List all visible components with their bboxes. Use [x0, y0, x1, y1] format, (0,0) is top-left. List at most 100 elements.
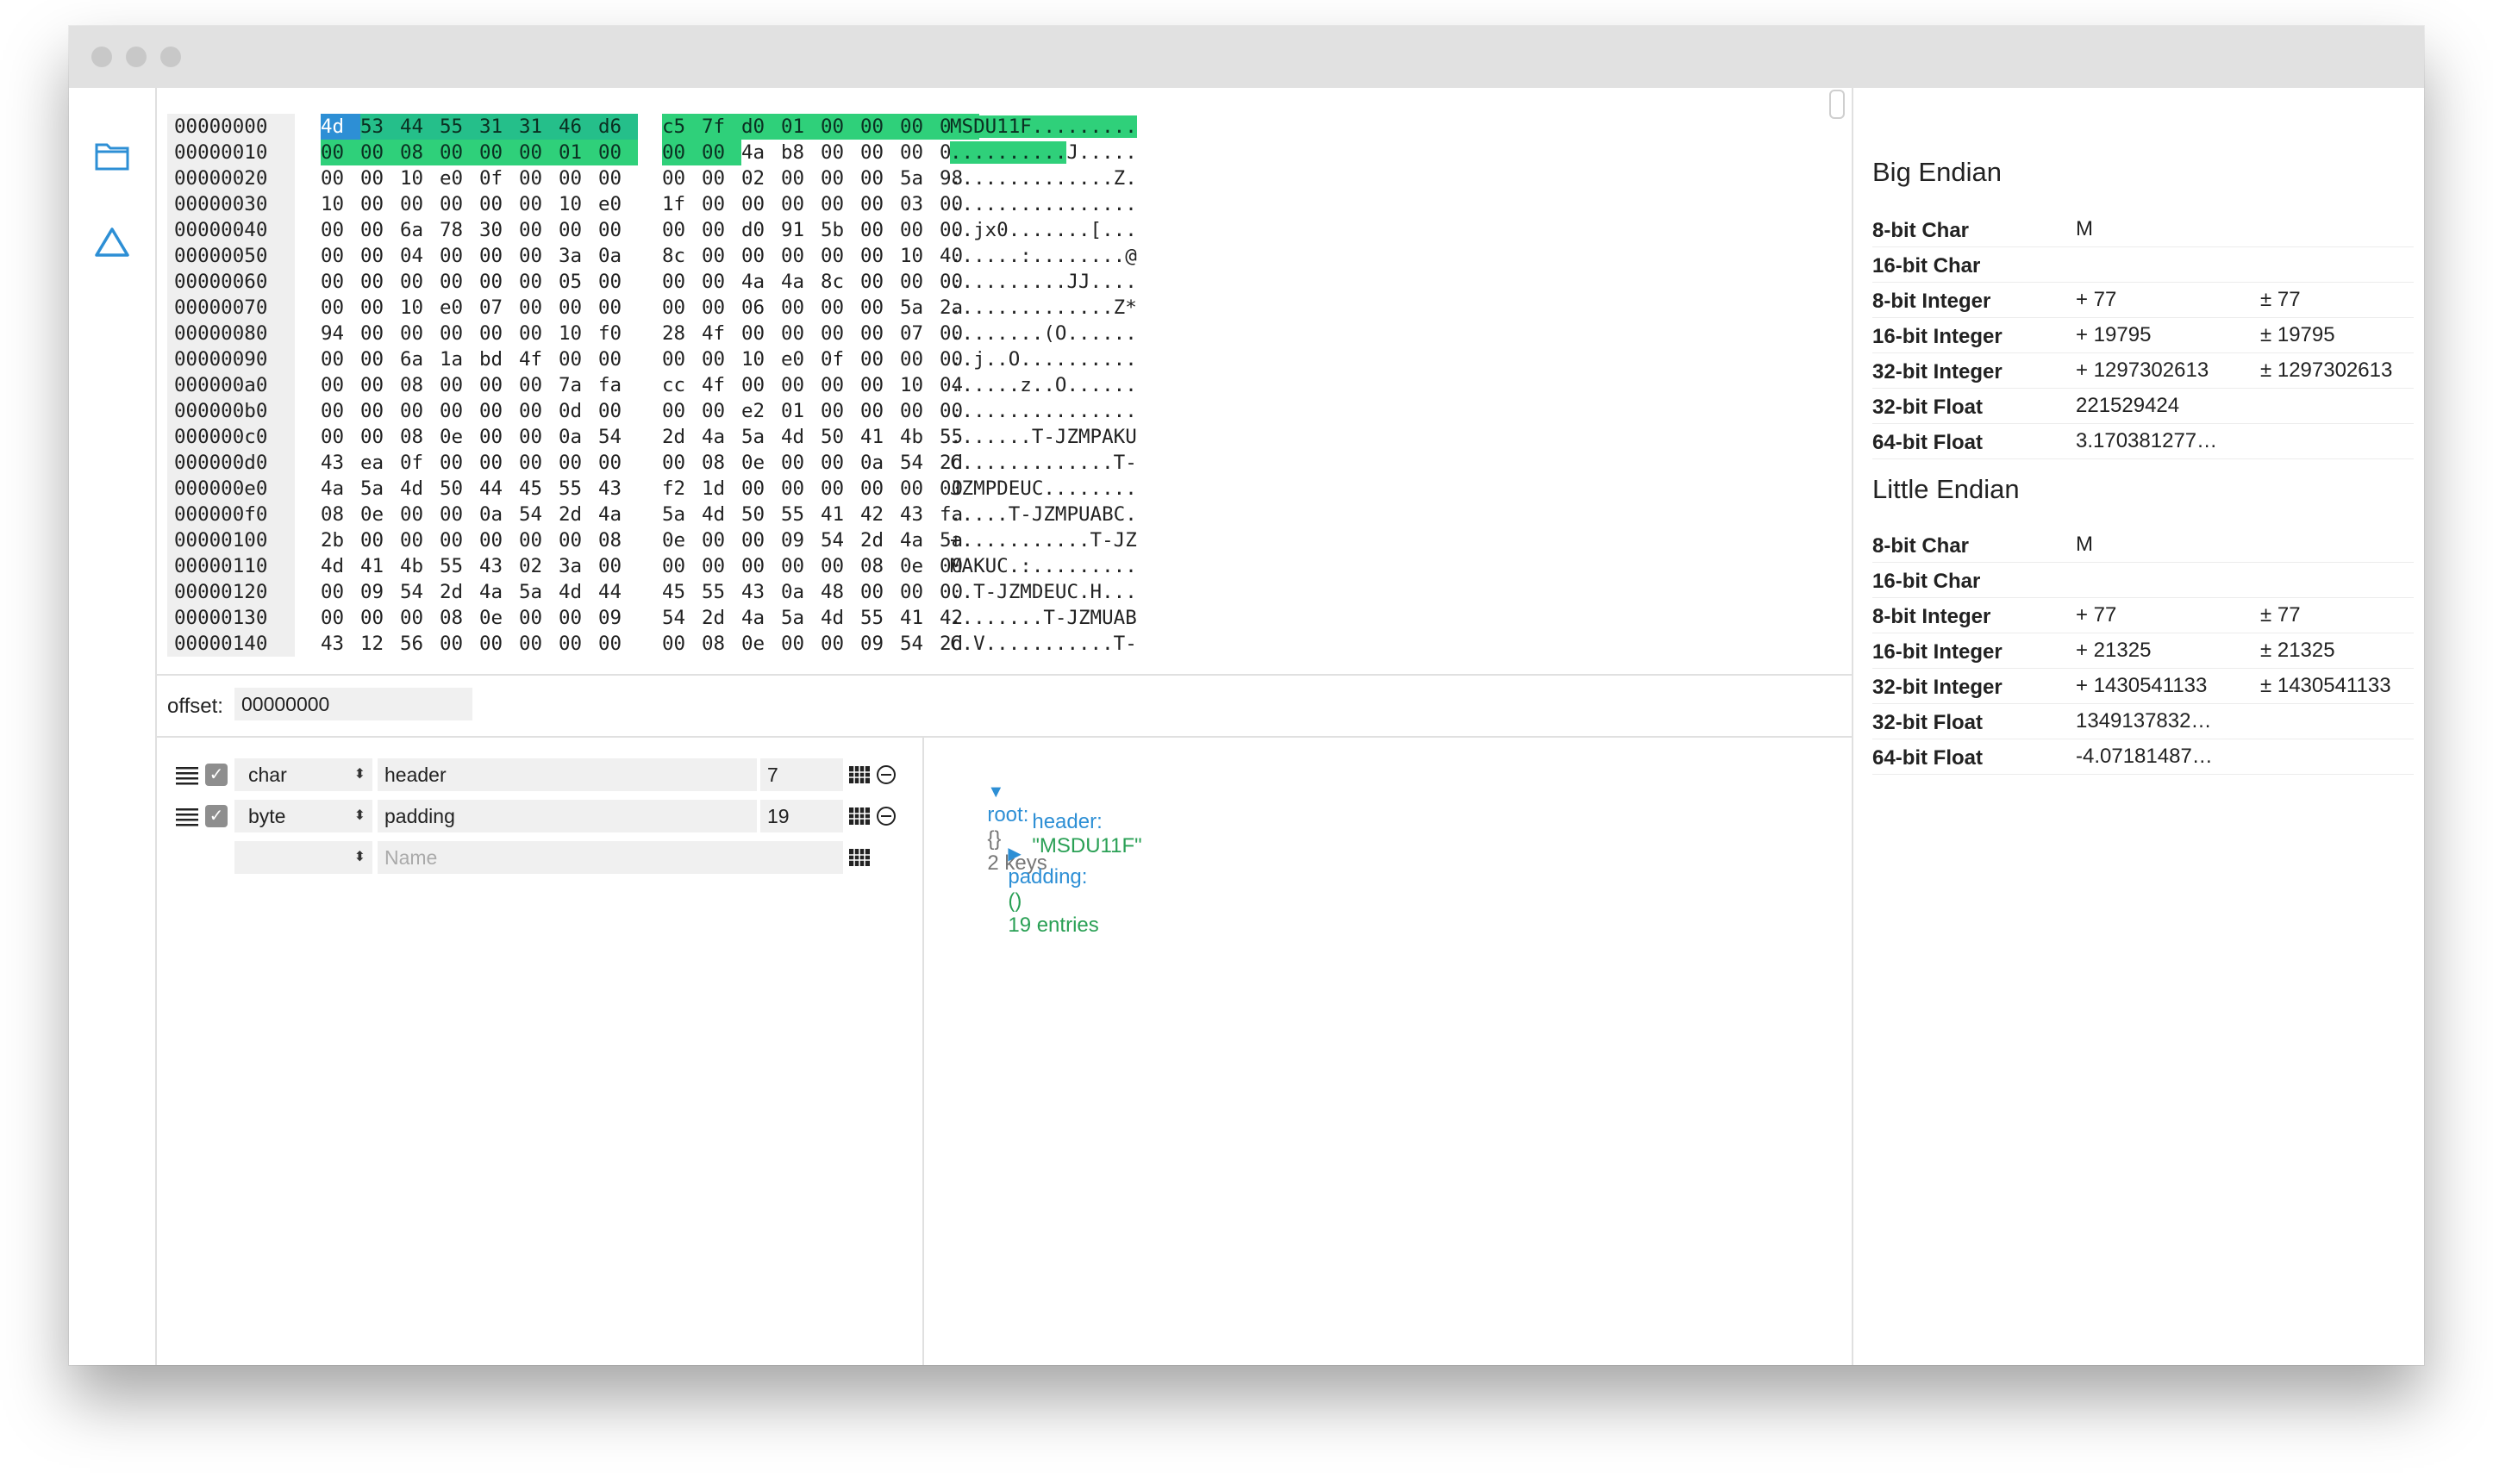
hex-byte[interactable]: cc — [662, 372, 702, 398]
hex-byte[interactable]: 00 — [479, 191, 519, 217]
hex-byte[interactable]: 0d — [559, 398, 598, 424]
hex-byte[interactable]: 00 — [519, 243, 559, 269]
hex-byte[interactable]: 00 — [781, 372, 821, 398]
hex-byte[interactable]: 07 — [900, 321, 940, 346]
hex-byte[interactable]: 02 — [519, 553, 559, 579]
hex-byte[interactable]: 00 — [321, 346, 360, 372]
hex-byte[interactable]: 00 — [400, 191, 440, 217]
hex-byte[interactable]: 00 — [479, 527, 519, 553]
hex-byte[interactable]: 43 — [741, 579, 781, 605]
hex-byte[interactable]: 00 — [900, 269, 940, 295]
hex-byte[interactable]: 54 — [598, 424, 638, 450]
hex-byte[interactable]: 78 — [440, 217, 479, 243]
hex-byte[interactable]: 41 — [360, 553, 400, 579]
hex-byte[interactable]: 00 — [519, 372, 559, 398]
hex-byte[interactable]: 2d — [440, 579, 479, 605]
hex-byte[interactable]: 00 — [321, 424, 360, 450]
hex-byte[interactable]: 5a — [662, 502, 702, 527]
hex-bytes-column[interactable]: 4d534455313146d6c57fd0010000000000000800… — [321, 114, 979, 657]
close-window-button[interactable] — [91, 47, 112, 67]
hex-byte[interactable]: 2b — [321, 527, 360, 553]
hex-byte[interactable]: 4d — [321, 114, 360, 140]
hex-byte[interactable]: 2d — [860, 527, 900, 553]
hex-byte[interactable]: 09 — [360, 579, 400, 605]
hex-byte[interactable]: 54 — [821, 527, 860, 553]
hex-byte[interactable]: 50 — [741, 502, 781, 527]
hex-byte[interactable]: 00 — [321, 243, 360, 269]
hex-byte[interactable]: 00 — [821, 165, 860, 191]
hex-byte[interactable]: 0f — [400, 450, 440, 476]
hex-byte[interactable]: 2d — [559, 502, 598, 527]
remove-field-icon[interactable] — [876, 806, 897, 826]
hex-byte[interactable]: 0a — [781, 579, 821, 605]
hex-byte[interactable]: 8c — [662, 243, 702, 269]
hex-byte[interactable]: 00 — [559, 450, 598, 476]
hex-byte[interactable]: 00 — [662, 398, 702, 424]
folder-icon[interactable] — [93, 136, 131, 174]
hex-byte[interactable]: 00 — [559, 631, 598, 657]
hex-byte[interactable]: 00 — [321, 295, 360, 321]
hex-byte[interactable]: 00 — [519, 321, 559, 346]
hex-byte[interactable]: 00 — [479, 398, 519, 424]
hex-byte[interactable]: 00 — [860, 140, 900, 165]
hex-byte[interactable]: 08 — [860, 553, 900, 579]
drag-handle-icon[interactable] — [176, 807, 198, 827]
hex-byte[interactable]: 00 — [559, 295, 598, 321]
hex-byte[interactable]: 00 — [900, 398, 940, 424]
hex-byte[interactable]: 00 — [321, 605, 360, 631]
hex-byte[interactable]: 00 — [321, 579, 360, 605]
hex-byte[interactable]: 00 — [702, 217, 741, 243]
value-signed[interactable]: ± 77 — [2260, 288, 2301, 312]
hex-byte[interactable]: 00 — [440, 450, 479, 476]
ascii-selected-text[interactable]: MSDU11F......... — [950, 115, 1137, 138]
hex-byte[interactable]: 00 — [702, 553, 741, 579]
hex-byte[interactable]: 00 — [598, 269, 638, 295]
hex-byte[interactable]: 00 — [821, 321, 860, 346]
hex-byte[interactable]: 00 — [741, 553, 781, 579]
hex-byte[interactable]: 54 — [662, 605, 702, 631]
hex-byte[interactable]: 08 — [598, 527, 638, 553]
hex-byte[interactable]: 00 — [702, 191, 741, 217]
hex-byte[interactable]: 00 — [321, 165, 360, 191]
hex-byte[interactable]: 00 — [821, 372, 860, 398]
hex-byte[interactable]: 00 — [821, 140, 860, 165]
hex-byte[interactable]: 00 — [662, 140, 702, 165]
hex-byte[interactable]: 00 — [519, 165, 559, 191]
hex-byte[interactable]: 0f — [821, 346, 860, 372]
hex-byte[interactable]: f2 — [662, 476, 702, 502]
hex-byte[interactable]: 5a — [781, 605, 821, 631]
hex-byte[interactable]: 7f — [702, 114, 741, 140]
hex-byte[interactable]: 45 — [519, 476, 559, 502]
hex-byte[interactable]: 00 — [559, 165, 598, 191]
hex-byte[interactable]: 00 — [860, 217, 900, 243]
ascii-selected-text[interactable]: .......... — [950, 141, 1067, 164]
hex-byte[interactable]: 00 — [440, 631, 479, 657]
hex-byte[interactable]: 00 — [900, 476, 940, 502]
hex-byte[interactable]: 28 — [662, 321, 702, 346]
ascii-text[interactable]: J..... — [1066, 141, 1136, 164]
hex-byte[interactable]: 00 — [900, 579, 940, 605]
hex-byte[interactable]: 00 — [781, 631, 821, 657]
value-unsigned[interactable]: + 21325 — [2076, 639, 2151, 663]
hex-byte[interactable]: 41 — [821, 502, 860, 527]
value-unsigned[interactable]: M — [2076, 217, 2093, 241]
hex-byte[interactable]: 55 — [440, 553, 479, 579]
hex-byte[interactable]: 00 — [598, 217, 638, 243]
hex-byte[interactable]: 00 — [519, 140, 559, 165]
hex-byte[interactable]: 00 — [860, 398, 900, 424]
value-unsigned[interactable]: + 1297302613 — [2076, 359, 2209, 383]
hex-byte[interactable]: 00 — [860, 243, 900, 269]
hex-byte[interactable]: 00 — [781, 243, 821, 269]
hex-byte[interactable]: 03 — [900, 191, 940, 217]
hex-byte[interactable]: c5 — [662, 114, 702, 140]
hex-byte[interactable]: 43 — [479, 553, 519, 579]
new-field-type-select[interactable]: ⬍ — [234, 841, 372, 874]
hex-byte[interactable]: e0 — [781, 346, 821, 372]
hex-byte[interactable]: 4d — [559, 579, 598, 605]
hex-byte[interactable]: 01 — [781, 398, 821, 424]
hex-byte[interactable]: 00 — [440, 321, 479, 346]
hex-byte[interactable]: 00 — [360, 346, 400, 372]
hex-byte[interactable]: 10 — [559, 321, 598, 346]
hex-byte[interactable]: 08 — [321, 502, 360, 527]
hex-byte[interactable]: 0a — [559, 424, 598, 450]
